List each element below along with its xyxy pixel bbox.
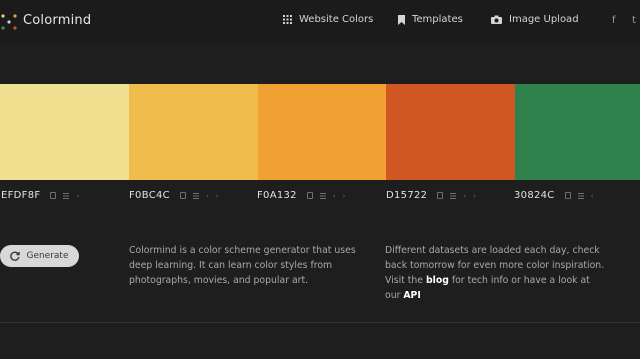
color-swatch-2[interactable] [129, 84, 258, 180]
lock-icon[interactable] [564, 192, 571, 199]
color-palette [0, 84, 640, 180]
color-code-cell-5: 30824C ‹ [514, 190, 593, 201]
refresh-icon [10, 251, 21, 261]
twitter-icon[interactable]: t [632, 15, 636, 26]
blog-link[interactable]: blog [426, 275, 449, 286]
generate-button-label: Generate [26, 251, 69, 261]
camera-icon [491, 15, 502, 24]
api-link[interactable]: API [403, 290, 420, 301]
generate-button[interactable]: Generate [0, 245, 79, 267]
lock-icon[interactable] [437, 192, 444, 199]
adjust-icon[interactable] [192, 192, 199, 199]
nav-image-upload[interactable]: Image Upload [491, 14, 579, 25]
color-codes-row: EFDF8F › F0BC4C ‹ › F0A132 ‹ › D15722 ‹ … [0, 190, 640, 206]
hex-code-3[interactable]: F0A132 [257, 190, 297, 201]
hex-code-4[interactable]: D15722 [386, 190, 427, 201]
color-swatch-1[interactable] [0, 84, 129, 180]
hex-code-2[interactable]: F0BC4C [129, 190, 170, 201]
lock-icon[interactable] [179, 192, 186, 199]
lock-icon[interactable] [306, 192, 313, 199]
facebook-icon[interactable]: f [612, 15, 616, 26]
nav-website-colors[interactable]: Website Colors [283, 14, 373, 25]
hex-code-1[interactable]: EFDF8F [1, 190, 40, 201]
arrow-right-icon[interactable]: › [473, 191, 476, 201]
nav-templates-label: Templates [412, 14, 463, 25]
arrow-right-icon[interactable]: › [76, 191, 79, 201]
lock-icon[interactable] [50, 192, 57, 199]
arrow-left-icon[interactable]: ‹ [206, 191, 209, 201]
nav-website-colors-label: Website Colors [299, 14, 374, 25]
adjust-icon[interactable] [319, 192, 326, 199]
color-code-cell-1: EFDF8F › [1, 190, 79, 201]
hex-code-5[interactable]: 30824C [514, 190, 555, 201]
adjust-icon[interactable] [63, 192, 70, 199]
color-swatch-4[interactable] [386, 84, 515, 180]
color-code-cell-3: F0A132 ‹ › [257, 190, 345, 201]
top-navigation-bar: Colormind Website Colors Templates Image… [0, 0, 640, 44]
adjust-icon[interactable] [577, 192, 584, 199]
color-code-cell-4: D15722 ‹ › [386, 190, 476, 201]
arrow-left-icon[interactable]: ‹ [333, 191, 336, 201]
datasets-description: Different datasets are loaded each day, … [385, 243, 607, 303]
color-code-cell-2: F0BC4C ‹ › [129, 190, 219, 201]
arrow-left-icon[interactable]: ‹ [591, 191, 594, 201]
color-swatch-3[interactable] [258, 84, 386, 180]
arrow-right-icon[interactable]: › [216, 191, 219, 201]
color-swatch-5[interactable] [515, 84, 640, 180]
arrow-left-icon[interactable]: ‹ [463, 191, 466, 201]
nav-templates[interactable]: Templates [398, 14, 463, 25]
footer-divider [0, 322, 640, 323]
arrow-right-icon[interactable]: › [343, 191, 346, 201]
adjust-icon[interactable] [450, 192, 457, 199]
brand-name[interactable]: Colormind [23, 13, 91, 28]
about-description: Colormind is a color scheme generator th… [129, 245, 356, 286]
bookmark-icon [398, 14, 405, 25]
colormind-logo-icon[interactable] [0, 13, 18, 31]
grid-icon [283, 15, 292, 24]
nav-image-upload-label: Image Upload [509, 14, 579, 25]
